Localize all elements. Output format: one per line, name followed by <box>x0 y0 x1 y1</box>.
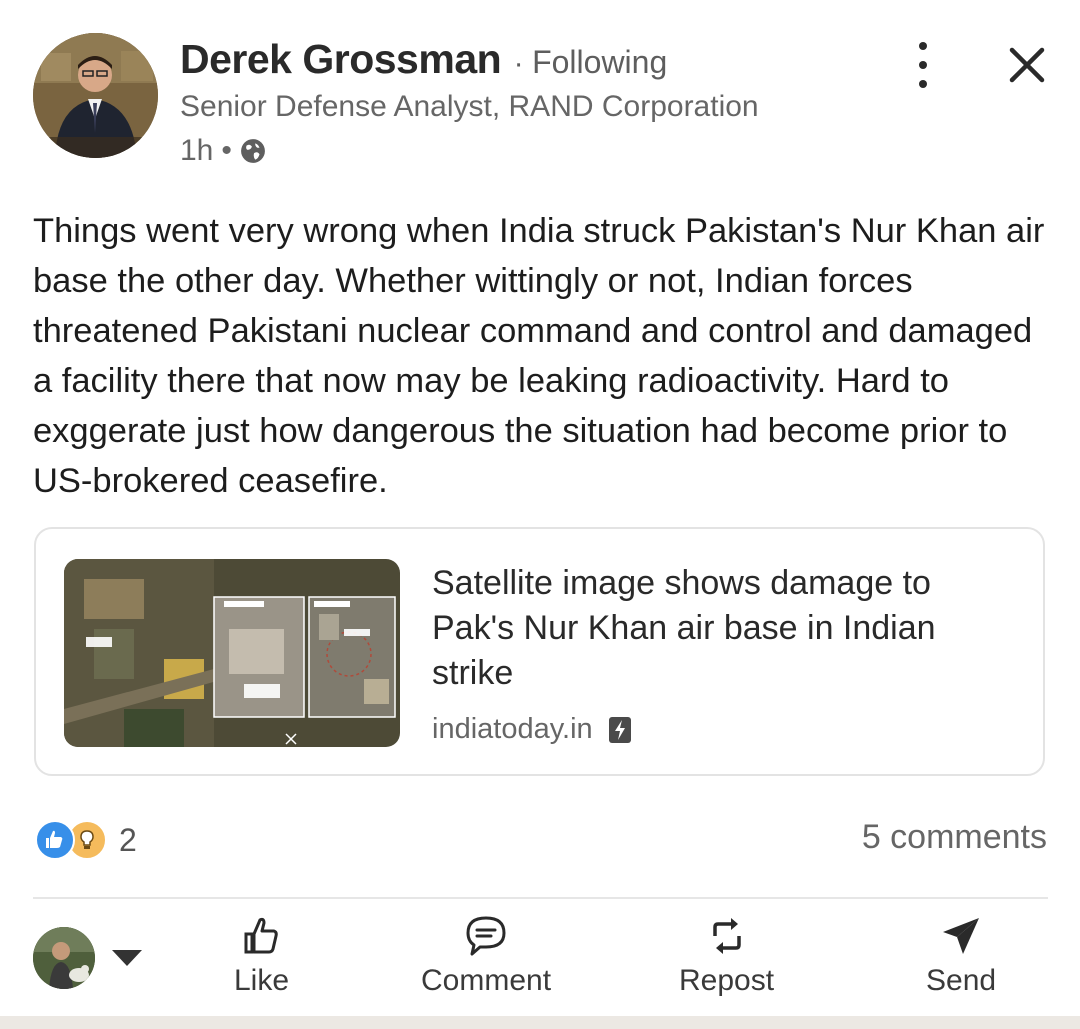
author-headline: Senior Defense Analyst, RAND Corporation <box>180 90 759 123</box>
link-source: indiatoday.in <box>432 713 631 746</box>
like-label: Like <box>234 964 290 997</box>
link-thumbnail <box>64 559 400 747</box>
post-body-text: Things went very wrong when India struck… <box>33 212 1045 500</box>
more-icon-dot <box>919 61 927 69</box>
bottom-edge <box>0 1016 1080 1029</box>
link-source-domain: indiatoday.in <box>432 713 593 745</box>
comments-count[interactable]: 5 comments <box>862 818 1047 857</box>
globe-icon <box>240 139 265 163</box>
link-preview-card[interactable]: Satellite image shows damage to Pak's Nu… <box>34 527 1045 776</box>
reactions-summary[interactable]: 2 <box>35 820 137 860</box>
chevron-down-icon[interactable] <box>110 948 144 968</box>
send-button[interactable]: Send <box>926 914 996 998</box>
like-reaction-icon <box>35 820 75 860</box>
repost-icon <box>712 918 741 954</box>
repost-button[interactable]: Repost <box>679 914 774 998</box>
comment-icon <box>466 916 506 956</box>
comment-button[interactable]: Comment <box>421 914 551 998</box>
comment-label: Comment <box>421 964 552 997</box>
send-icon <box>943 918 980 954</box>
more-options-button[interactable] <box>905 42 941 88</box>
close-icon[interactable] <box>1006 44 1048 86</box>
post-meta: 1h • <box>180 134 266 168</box>
like-icon <box>244 917 278 954</box>
author-separator: · <box>513 47 524 80</box>
author-avatar[interactable] <box>33 33 158 158</box>
reaction-count: 2 <box>119 821 137 858</box>
amp-lightning-icon <box>608 716 631 743</box>
like-button[interactable]: Like <box>234 914 289 998</box>
actor-avatar[interactable] <box>33 927 95 989</box>
meta-separator: • <box>221 134 232 167</box>
send-label: Send <box>926 964 997 997</box>
divider <box>33 897 1048 899</box>
more-icon-dot <box>919 80 927 88</box>
link-title[interactable]: Satellite image shows damage to Pak's Nu… <box>432 561 1022 696</box>
more-icon-dot <box>919 42 927 50</box>
follow-status: Following <box>532 44 668 80</box>
author-name[interactable]: Derek Grossman <box>180 36 502 82</box>
post-time: 1h <box>180 134 214 167</box>
repost-label: Repost <box>679 964 775 997</box>
